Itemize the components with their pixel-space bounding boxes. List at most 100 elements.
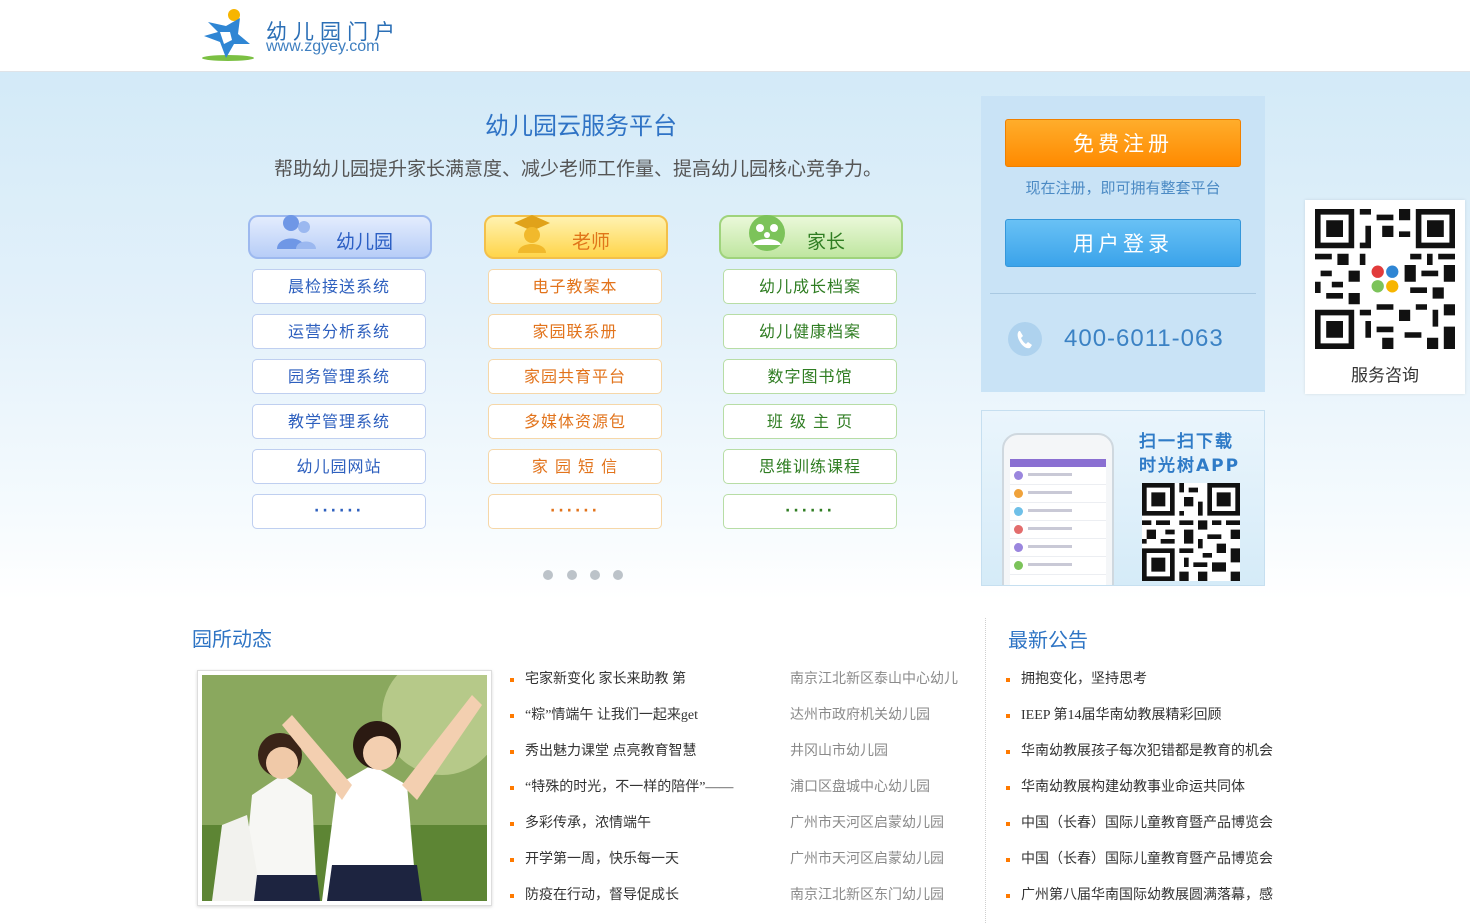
news-list: 宅家新变化 家长来助教 第 南京江北新区泰山中心幼儿 “粽”情端午 让我们一起来…: [510, 662, 980, 914]
login-button[interactable]: 用户登录: [1005, 219, 1241, 267]
menu-item-electronic-lesson-plan[interactable]: 电子教案本: [488, 269, 662, 304]
notice-title[interactable]: 广州第八届华南国际幼教展圆满落幕，感: [1021, 878, 1273, 914]
menu-item-home-school-contact[interactable]: 家园联系册: [488, 314, 662, 349]
service-consult-box[interactable]: 服务咨询: [1305, 200, 1465, 394]
news-title[interactable]: “特殊的时光，不一样的陪伴”——: [525, 770, 733, 806]
notice-row[interactable]: IEEP 第14届华南幼教展精彩回顾: [1006, 698, 1306, 734]
menu-item-digital-library[interactable]: 数字图书馆: [723, 359, 897, 394]
phone-mockup-image: [1002, 433, 1114, 585]
app-screen: [1010, 459, 1106, 585]
menu-item-growth-record[interactable]: 幼儿成长档案: [723, 269, 897, 304]
menu-item-co-education-platform[interactable]: 家园共育平台: [488, 359, 662, 394]
news-title[interactable]: 防疫在行动，督导促成长: [525, 878, 679, 914]
app-title-line1: 扫一扫下载: [1139, 432, 1234, 452]
menu-item-operation-analysis[interactable]: 运营分析系统: [252, 314, 426, 349]
notice-row[interactable]: 拥抱变化，坚持思考: [1006, 662, 1306, 698]
notice-row[interactable]: 中国（长春）国际儿童教育暨产品博览会: [1006, 806, 1306, 842]
notice-title[interactable]: IEEP 第14届华南幼教展精彩回顾: [1021, 698, 1222, 734]
section-divider: [985, 618, 986, 923]
news-school[interactable]: 井冈山市幼儿园: [790, 734, 888, 770]
notice-row[interactable]: 华南幼教展构建幼教事业命运共同体: [1006, 770, 1306, 806]
menu-item-more[interactable]: ······: [723, 494, 897, 529]
bullet: [510, 894, 514, 898]
menu-item-multimedia-resources[interactable]: 多媒体资源包: [488, 404, 662, 439]
bullet: [510, 750, 514, 754]
column-header-parent[interactable]: 家长: [719, 215, 903, 259]
news-row[interactable]: “特殊的时光，不一样的陪伴”—— 浦口区盘城中心幼儿园: [510, 770, 980, 806]
news-school[interactable]: 广州市天河区启蒙幼儿园: [790, 806, 944, 842]
news-school[interactable]: 达州市政府机关幼儿园: [790, 698, 930, 734]
news-row[interactable]: 秀出魅力课堂 点亮教育智慧 井冈山市幼儿园: [510, 734, 980, 770]
column-kindergarten: 幼儿园 晨检接送系统 运营分析系统 园务管理系统 教学管理系统 幼儿园网站 ··…: [248, 215, 438, 529]
login-panel: 免费注册 现在注册，即可拥有整套平台 用户登录 400-6011-063: [981, 96, 1265, 392]
bullet: [510, 678, 514, 682]
bullet: [510, 714, 514, 718]
pager-dot[interactable]: [590, 570, 600, 580]
column-label: 幼儿园: [336, 231, 394, 253]
bullet: [510, 858, 514, 862]
column-label: 老师: [572, 231, 611, 253]
notice-row[interactable]: 广州第八届华南国际幼教展圆满落幕，感: [1006, 878, 1306, 914]
menu-item-morning-check[interactable]: 晨检接送系统: [252, 269, 426, 304]
bullet: [510, 786, 514, 790]
bullet: [1006, 786, 1010, 790]
pager-dot[interactable]: [567, 570, 577, 580]
news-title[interactable]: 秀出魅力课堂 点亮教育智慧: [525, 734, 697, 770]
menu-item-class-homepage[interactable]: 班 级 主 页: [723, 404, 897, 439]
pager-dot[interactable]: [543, 570, 553, 580]
app-download-box[interactable]: 扫一扫下载 时光树APP: [981, 410, 1265, 586]
site-logo[interactable]: 幼儿园门户 www.zgyey.com: [200, 6, 410, 62]
news-title[interactable]: 开学第一周，快乐每一天: [525, 842, 679, 878]
bullet: [510, 822, 514, 826]
news-row[interactable]: 防疫在行动，督导促成长 南京江北新区东门幼儿园: [510, 878, 980, 914]
app-qr-code-icon: [1142, 483, 1240, 581]
app-title-line2: 时光树APP: [1139, 456, 1241, 476]
menu-item-more[interactable]: ······: [252, 494, 426, 529]
service-qr-code-icon: [1315, 209, 1455, 349]
menu-item-more[interactable]: ······: [488, 494, 662, 529]
news-school[interactable]: 广州市天河区启蒙幼儿园: [790, 842, 944, 878]
menu-item-teaching-management[interactable]: 教学管理系统: [252, 404, 426, 439]
users-icon: [277, 215, 316, 249]
register-button[interactable]: 免费注册: [1005, 119, 1241, 167]
carousel-pager: [541, 570, 631, 582]
news-photo[interactable]: [197, 670, 492, 906]
news-row[interactable]: 宅家新变化 家长来助教 第 南京江北新区泰山中心幼儿: [510, 662, 980, 698]
news-title[interactable]: “粽”情端午 让我们一起来get: [525, 698, 698, 734]
news-school[interactable]: 南京江北新区东门幼儿园: [790, 878, 944, 914]
menu-item-sms[interactable]: 家 园 短 信: [488, 449, 662, 484]
news-row[interactable]: 多彩传承，浓情端午 广州市天河区启蒙幼儿园: [510, 806, 980, 842]
menu-item-kindergarten-website[interactable]: 幼儿园网站: [252, 449, 426, 484]
bullet: [1006, 750, 1010, 754]
pager-dot[interactable]: [613, 570, 623, 580]
news-title[interactable]: 宅家新变化 家长来助教 第: [525, 662, 686, 698]
notice-title[interactable]: 华南幼教展构建幼教事业命运共同体: [1021, 770, 1245, 806]
news-row[interactable]: 开学第一周，快乐每一天 广州市天河区启蒙幼儿园: [510, 842, 980, 878]
column-label: 家长: [807, 231, 846, 253]
service-consult-label: 服务咨询: [1351, 366, 1419, 386]
news-school[interactable]: 南京江北新区泰山中心幼儿: [790, 662, 958, 698]
menu-item-health-record[interactable]: 幼儿健康档案: [723, 314, 897, 349]
news-section-title: 园所动态: [192, 627, 272, 651]
news-title[interactable]: 多彩传承，浓情端午: [525, 806, 651, 842]
notice-title[interactable]: 华南幼教展孩子每次犯错都是教育的机会: [1021, 734, 1273, 770]
logo-url: www.zgyey.com: [266, 38, 380, 55]
column-header-kindergarten[interactable]: 幼儿园: [248, 215, 432, 259]
notice-row[interactable]: 中国（长春）国际儿童教育暨产品博览会: [1006, 842, 1306, 878]
bullet: [1006, 858, 1010, 862]
column-header-teacher[interactable]: 老师: [484, 215, 668, 259]
news-row[interactable]: “粽”情端午 让我们一起来get 达州市政府机关幼儿园: [510, 698, 980, 734]
notice-title[interactable]: 中国（长春）国际儿童教育暨产品博览会: [1021, 842, 1273, 878]
menu-item-thinking-course[interactable]: 思维训练课程: [723, 449, 897, 484]
bullet: [1006, 678, 1010, 682]
site-header: 幼儿园门户 www.zgyey.com: [0, 0, 1470, 72]
star-logo-icon: [202, 9, 254, 61]
notice-row[interactable]: 华南幼教展孩子每次犯错都是教育的机会: [1006, 734, 1306, 770]
notice-title[interactable]: 拥抱变化，坚持思考: [1021, 662, 1147, 698]
notice-title[interactable]: 中国（长春）国际儿童教育暨产品博览会: [1021, 806, 1273, 842]
news-school[interactable]: 浦口区盘城中心幼儿园: [790, 770, 930, 806]
notice-list: 拥抱变化，坚持思考 IEEP 第14届华南幼教展精彩回顾 华南幼教展孩子每次犯错…: [1006, 662, 1306, 914]
menu-item-affairs-management[interactable]: 园务管理系统: [252, 359, 426, 394]
notice-section-title: 最新公告: [1008, 628, 1088, 652]
children-photo-image: [202, 675, 487, 901]
